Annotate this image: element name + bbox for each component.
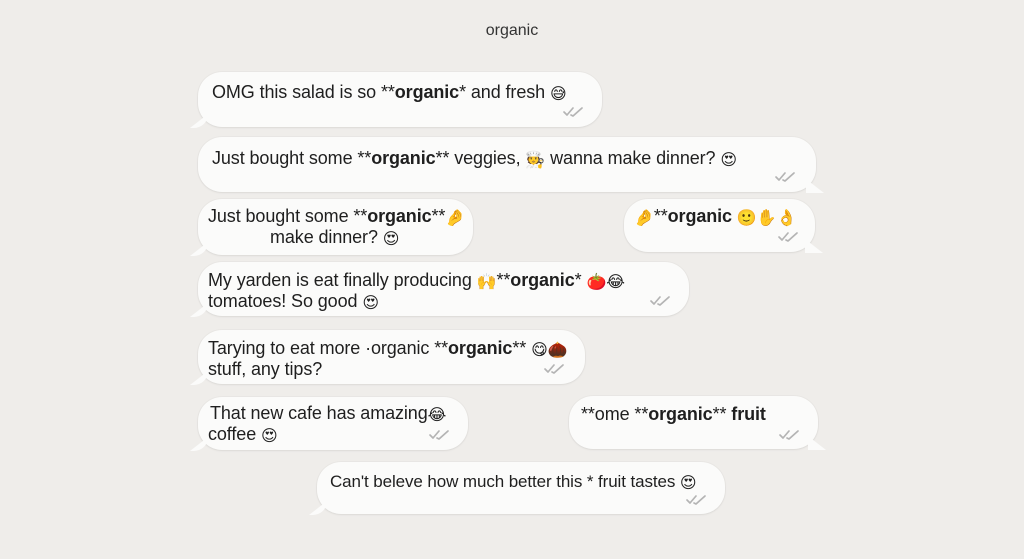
- message-text-line2: make dinner? 😍: [270, 227, 400, 248]
- message-text: Tarying to eat more ·organic **organic**…: [208, 338, 568, 359]
- raised-hand-emoji: ✋: [756, 208, 777, 227]
- tears-of-joy-emoji: 😂: [427, 405, 447, 424]
- bubble-tail: [190, 303, 208, 317]
- double-check-icon: [778, 429, 802, 441]
- bubble-tail: [190, 242, 208, 256]
- double-check-icon: [562, 106, 586, 118]
- message-bubble[interactable]: That new cafe has amazing😂 coffee 😍: [190, 397, 468, 451]
- heart-eyes-emoji: 😍: [720, 150, 737, 169]
- bubble-tail: [808, 436, 826, 450]
- double-check-icon: [777, 231, 801, 243]
- heart-eyes-emoji: 😍: [362, 293, 379, 312]
- double-check-icon: [428, 429, 452, 441]
- chestnut-emoji: 🌰: [547, 340, 568, 359]
- message-text: 🤌**organic 🙂✋👌: [634, 206, 797, 227]
- message-bubble[interactable]: OMG this salad is so **organic* and fres…: [190, 72, 602, 128]
- message-text: Just bought some **organic** veggies, 🧑‍…: [212, 148, 737, 169]
- double-check-icon: [685, 494, 709, 506]
- message-bubble[interactable]: Tarying to eat more ·organic **organic**…: [190, 330, 585, 385]
- double-check-icon: [649, 295, 673, 307]
- bubble-tail: [805, 239, 823, 253]
- pinched-fingers-emoji: 🤌: [634, 208, 654, 227]
- bubble-tail: [190, 114, 208, 128]
- message-text: Just bought some **organic**🤌: [208, 206, 466, 227]
- heart-eyes-emoji: 😍: [382, 229, 400, 248]
- message-text: **ome **organic** fruit: [581, 404, 766, 424]
- double-check-icon: [774, 171, 798, 183]
- heart-eyes-emoji: 😍: [679, 473, 697, 492]
- bubble-tail: [806, 179, 824, 193]
- tears-of-joy-emoji: 😂: [606, 272, 625, 291]
- message-bubble[interactable]: Can't beleve how much better this * frui…: [309, 462, 725, 515]
- message-text: Can't beleve how much better this * frui…: [330, 472, 697, 492]
- message-bubble[interactable]: Just bought some **organic** veggies, 🧑‍…: [198, 137, 824, 193]
- message-bubble[interactable]: 🤌**organic 🙂✋👌: [624, 199, 823, 253]
- message-text-line2: stuff, any tips?: [208, 359, 323, 379]
- tomato-emoji: 🍅: [586, 272, 607, 291]
- message-text-line2: tomatoes! So good 😍: [208, 291, 379, 312]
- message-text: That new cafe has amazing😂: [210, 403, 447, 424]
- bubble-tail: [309, 501, 327, 515]
- message-bubble[interactable]: My yarden is eat finally producing 🙌**or…: [190, 262, 689, 317]
- cook-emoji: 🧑‍🍳: [525, 150, 546, 169]
- chat-title: organic: [485, 22, 539, 39]
- bubble-tail: [190, 371, 208, 385]
- savoring-food-emoji: 😋: [531, 340, 548, 359]
- slight-smile-emoji: 🙂: [736, 208, 757, 227]
- pinched-fingers-emoji: 🤌: [445, 208, 466, 227]
- message-text: My yarden is eat finally producing 🙌**or…: [208, 270, 625, 291]
- message-bubble[interactable]: Just bought some **organic**🤌 make dinne…: [190, 199, 473, 256]
- message-bubble[interactable]: **ome **organic** fruit: [569, 396, 826, 450]
- message-text-line2: coffee 😍: [208, 424, 278, 445]
- heart-eyes-emoji: 😍: [261, 426, 278, 445]
- sweat-smile-emoji: 😅: [549, 84, 567, 103]
- ok-hand-emoji: 👌: [776, 208, 797, 227]
- message-text: OMG this salad is so **organic* and fres…: [212, 82, 567, 103]
- bubble-tail: [190, 437, 208, 451]
- double-check-icon: [543, 363, 567, 375]
- raising-hands-emoji: 🙌: [476, 272, 497, 291]
